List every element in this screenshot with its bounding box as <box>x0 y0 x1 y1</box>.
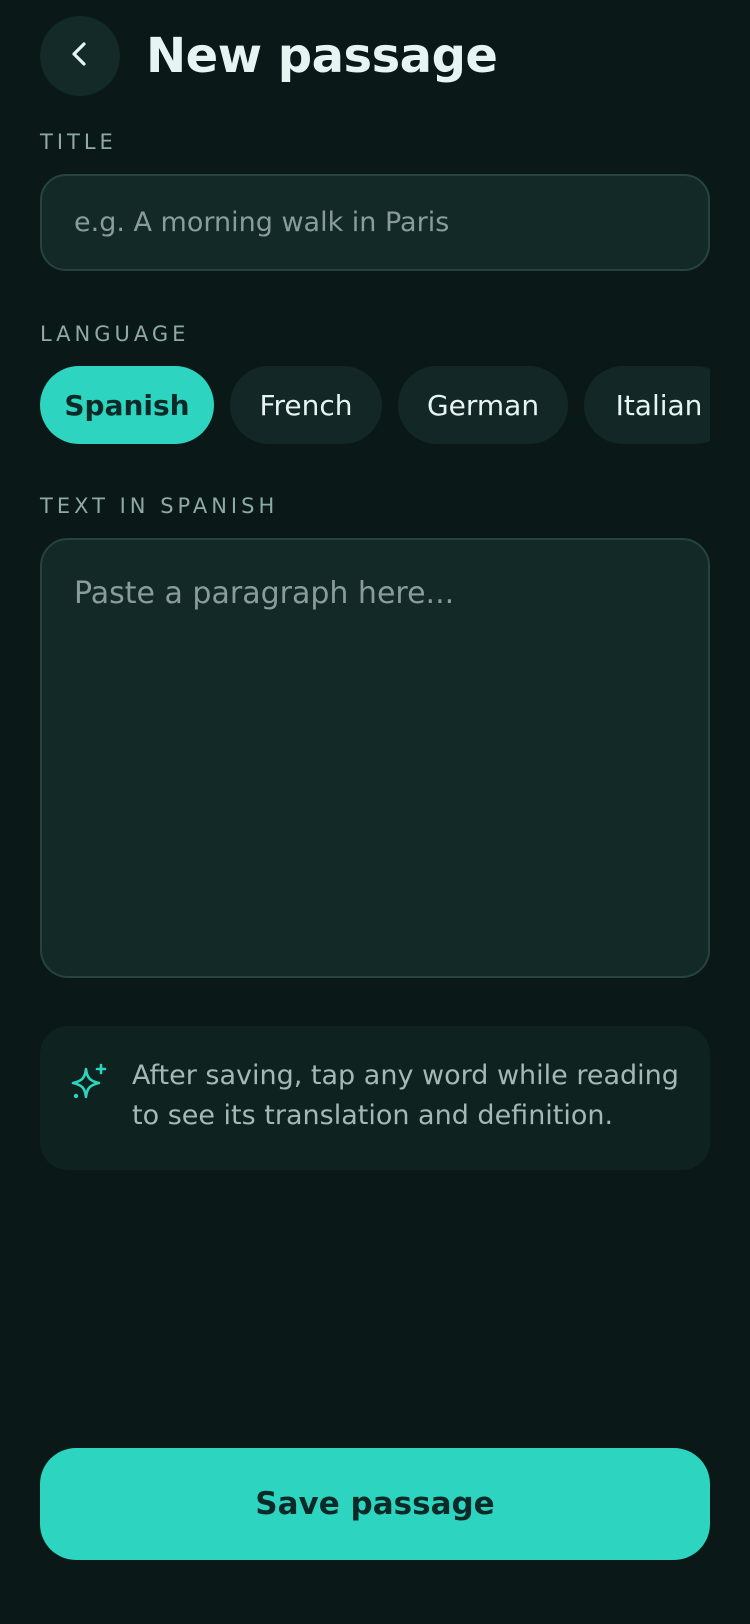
title-field-label: TITLE <box>40 130 117 154</box>
passage-text-input[interactable] <box>40 538 710 978</box>
language-chip-italian[interactable]: Italian <box>584 366 710 444</box>
back-button[interactable] <box>40 16 120 96</box>
language-label: LANGUAGE <box>40 322 190 346</box>
text-field-label: TEXT IN SPANISH <box>40 494 279 518</box>
tip-text: After saving, tap any word while reading… <box>132 1060 679 1131</box>
chevron-left-icon <box>65 39 95 73</box>
tip-card: After saving, tap any word while reading… <box>40 1026 710 1170</box>
language-chip-spanish[interactable]: Spanish <box>40 366 214 444</box>
language-chip-german[interactable]: German <box>398 366 568 444</box>
language-chips: Spanish French German Italian <box>40 366 710 444</box>
new-passage-screen: New passage TITLE LANGUAGE Spanish Frenc… <box>0 0 750 1624</box>
page-title: New passage <box>146 28 498 84</box>
language-chip-french[interactable]: French <box>230 366 382 444</box>
sparkle-icon <box>70 1062 110 1102</box>
title-input[interactable] <box>40 174 710 271</box>
save-passage-button[interactable]: Save passage <box>40 1448 710 1560</box>
